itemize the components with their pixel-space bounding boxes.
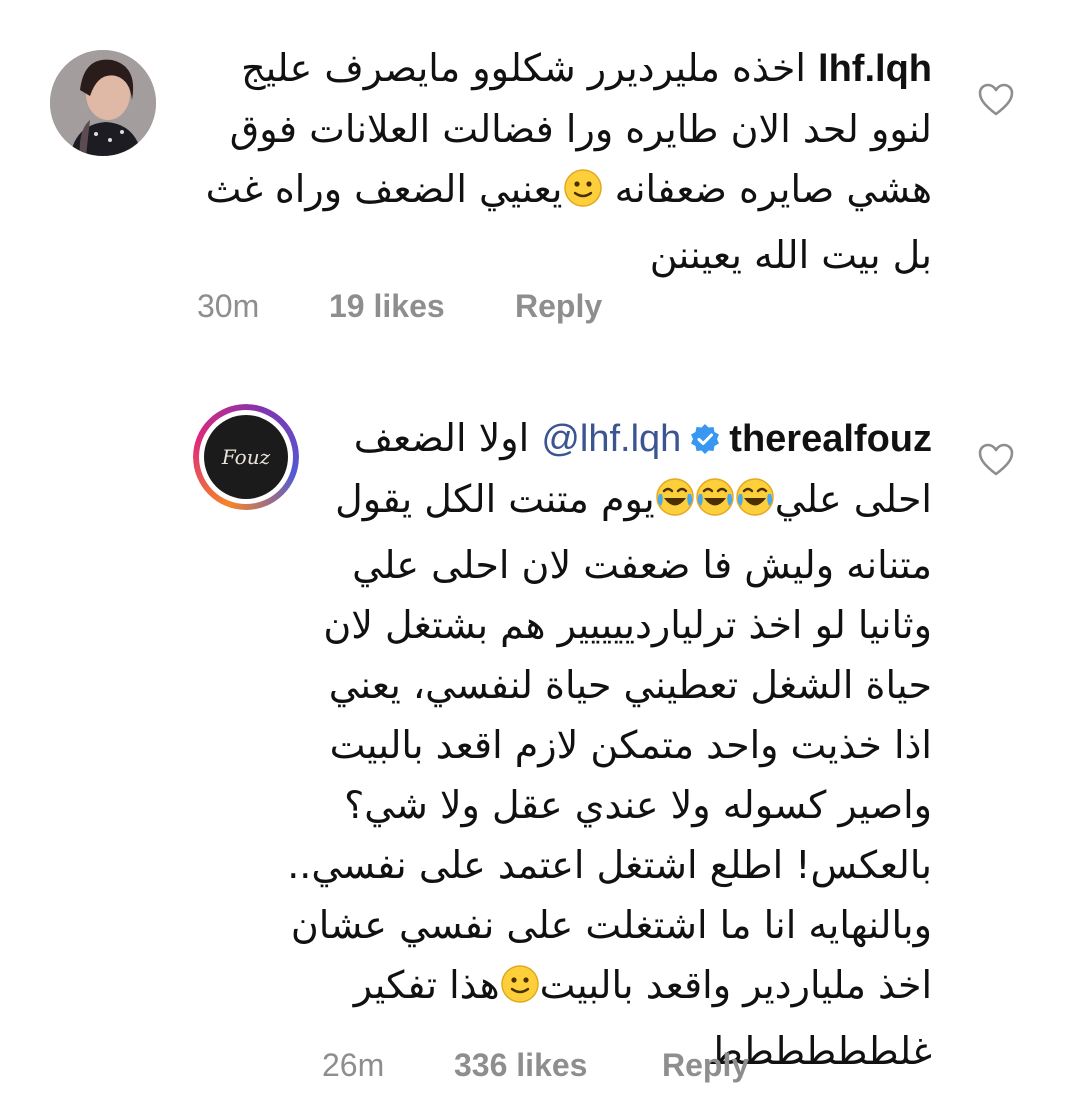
commenter-avatar[interactable] [50, 50, 156, 156]
comment-text-line: وبالنهايه انا ما اشتغلت على نفسي عشان [290, 903, 932, 947]
comment-text-line: غلطططططط [707, 1029, 932, 1073]
comment-text-line: متنانه وليش فا ضعفت لان احلى علي [352, 543, 932, 587]
comment-text-line: يعنيي الضعف وراه غث [205, 167, 563, 211]
comment-text-line: بل بيت الله يعيننن [649, 233, 932, 277]
comment-item: lhf.lqh اخذه مليرديرر شكلوو مايصرف عليج … [0, 0, 1080, 360]
comment-text-line: هذا تفكير [353, 963, 500, 1007]
comment-text-line: هشي صايره ضعفانه [602, 167, 932, 211]
comment-line: اخذ ملياردير واقعد بالبيت هذا تفكير [312, 955, 932, 1021]
comment-item: Fouz therealfouz @lhf.lqh اولا الضعف احلى… [0, 375, 1080, 1102]
author-avatar[interactable]: Fouz [193, 404, 299, 510]
mention-link[interactable]: @lhf.lqh [541, 418, 681, 460]
likes-count[interactable]: 19 likes [329, 288, 445, 325]
likes-count[interactable]: 336 likes [454, 1047, 587, 1084]
comment-line: هشي صايره ضعفانه يعنيي الضعف وراه غث [206, 159, 932, 225]
comment-username[interactable]: therealfouz [729, 418, 932, 460]
tears-of-joy-emoji-icon [655, 475, 775, 535]
comment-text-line: اخذ ملياردير واقعد بالبيت [539, 963, 932, 1007]
comment-text: lhf.lqh اخذه مليرديرر شكلوو مايصرف عليج … [206, 38, 932, 285]
comment-text-line: لنوو لحد الان طايره ورا فضالت العلانات ف… [229, 107, 932, 151]
reply-button[interactable]: Reply [662, 1047, 749, 1084]
comment-text-line: اذا خذيت واحد متمكن لازم اقعد بالبيت [329, 723, 932, 767]
reply-button[interactable]: Reply [515, 288, 602, 325]
comment-text-line: حياة الشغل تعطيني حياة لنفسي، يعني [328, 663, 932, 707]
comment-text-line: اولا الضعف [353, 416, 530, 460]
avatar-logo-text: Fouz [221, 445, 271, 469]
verified-badge-icon [691, 424, 720, 454]
comment-line: احلى علي يوم متنت الكل يقول [312, 469, 932, 535]
slightly-smiling-emoji-icon [500, 961, 540, 1021]
comment-text-line: اخذه مليرديرر شكلوو مايصرف عليج [241, 46, 806, 90]
heart-icon[interactable] [978, 443, 1014, 477]
comment-text-line: احلى علي [774, 477, 932, 521]
slightly-smiling-emoji-icon [563, 165, 603, 225]
comment-username[interactable]: lhf.lqh [818, 48, 932, 90]
comment-text: therealfouz @lhf.lqh اولا الضعف احلى علي ي… [287, 408, 932, 1081]
comment-text-line: بالعكس! اطلع اشتغل اعتمد على نفسي.. [287, 843, 932, 887]
comment-text-line: يوم متنت الكل يقول [335, 477, 655, 521]
comment-text-line: وثانيا لو اخذ ترلياردييييير هم بشتغل لان [323, 603, 932, 647]
comment-line: lhf.lqh اخذه مليرديرر شكلوو مايصرف عليج [232, 38, 932, 99]
comment-timestamp: 26m [322, 1047, 385, 1083]
comment-timestamp: 30m [197, 288, 260, 324]
comment-text-line: واصير كسوله ولا عندي عقل ولا شي؟ [344, 783, 932, 827]
heart-icon[interactable] [978, 83, 1014, 117]
comment-line: therealfouz @lhf.lqh اولا الضعف [312, 408, 932, 469]
